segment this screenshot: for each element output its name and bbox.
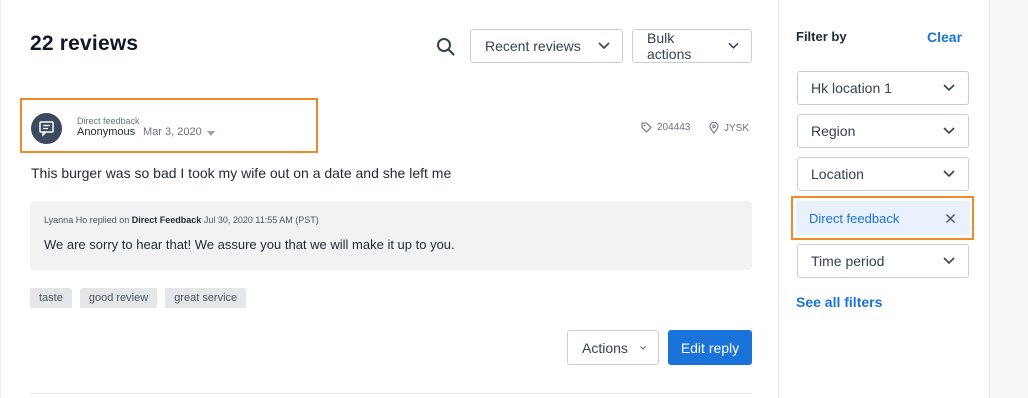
store-id-value: 204443: [657, 122, 691, 133]
filter-sidebar: Filter by Clear Hk location 1 Region Loc…: [779, 0, 989, 398]
filter-label: Region: [811, 123, 856, 139]
bulk-actions-label: Bulk actions: [647, 30, 692, 62]
edit-reply-button[interactable]: Edit reply: [668, 330, 752, 365]
store-location-value: JYSK: [724, 122, 750, 134]
tag[interactable]: taste: [30, 288, 72, 308]
actions-dropdown[interactable]: Actions: [567, 330, 659, 365]
divider: [30, 393, 752, 394]
search-icon[interactable]: [435, 36, 457, 58]
chevron-down-icon: [728, 42, 739, 49]
reply-replied-on: replied on: [89, 215, 130, 225]
tag[interactable]: great service: [165, 288, 247, 308]
chevron-down-icon: [598, 42, 610, 50]
tag-list: taste good review great service: [30, 288, 247, 308]
filter-title: Filter by: [796, 29, 847, 44]
chevron-down-icon: [943, 84, 955, 92]
sort-dropdown[interactable]: Recent reviews: [470, 29, 623, 63]
tag[interactable]: good review: [79, 288, 158, 308]
filter-label: Time period: [811, 253, 885, 269]
location-pin-icon: [709, 122, 719, 134]
chevron-down-icon: [943, 170, 955, 178]
chevron-down-icon: [943, 127, 955, 135]
see-all-filters-link[interactable]: See all filters: [796, 294, 882, 310]
reviews-panel: 22 reviews Recent reviews Bulk actions D…: [0, 0, 779, 398]
reply-author: Lyanna Ho: [44, 215, 88, 225]
reply-text: We are sorry to hear that! We assure you…: [44, 237, 455, 252]
chevron-down-icon: [640, 345, 646, 350]
review-date: Mar 3, 2020: [143, 126, 202, 138]
feedback-avatar: [31, 113, 62, 144]
sort-dropdown-label: Recent reviews: [485, 38, 581, 54]
reply-timestamp: Jul 30, 2020 11:55 AM (PST): [203, 215, 319, 225]
review-text: This burger was so bad I took my wife ou…: [31, 165, 452, 181]
filter-label: Location: [811, 166, 864, 182]
review-source: Direct feedback: [77, 116, 140, 126]
message-icon: [39, 121, 54, 137]
reply-meta: Lyanna Ho replied on Direct Feedback Jul…: [44, 215, 319, 225]
active-filter-chip[interactable]: Direct feedback: [796, 201, 970, 235]
page-title: 22 reviews: [30, 32, 139, 55]
reply-box: Lyanna Ho replied on Direct Feedback Jul…: [30, 201, 752, 270]
filter-time-period[interactable]: Time period: [797, 244, 969, 278]
clear-filters-link[interactable]: Clear: [927, 29, 962, 45]
filter-region[interactable]: Region: [797, 114, 969, 148]
filter-label: Hk location 1: [811, 80, 892, 96]
bulk-actions-dropdown[interactable]: Bulk actions: [632, 29, 752, 63]
caret-down-icon[interactable]: [207, 131, 215, 136]
actions-label: Actions: [582, 339, 628, 356]
active-filter-label: Direct feedback: [809, 210, 900, 226]
tag-icon: [641, 122, 652, 133]
filter-hk-location[interactable]: Hk location 1: [797, 71, 969, 105]
store-location: JYSK: [709, 122, 749, 134]
reply-target: Direct Feedback: [131, 215, 202, 225]
chevron-down-icon: [943, 257, 955, 265]
close-icon[interactable]: [945, 213, 956, 224]
store-id: 204443: [641, 122, 690, 133]
page-gutter: [989, 0, 1028, 398]
filter-location[interactable]: Location: [797, 157, 969, 191]
review-author: Anonymous: [77, 126, 136, 138]
